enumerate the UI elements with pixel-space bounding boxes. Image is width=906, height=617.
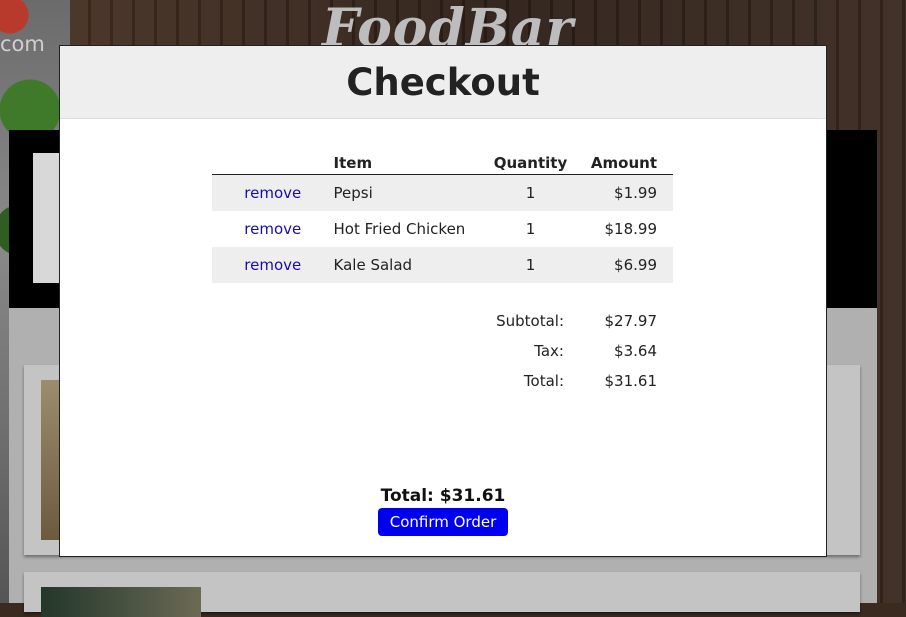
- cart-row: remove Hot Fried Chicken 1 $18.99: [212, 211, 673, 247]
- modal-header: Checkout: [60, 46, 826, 119]
- remove-link[interactable]: remove: [212, 174, 334, 211]
- background-url-text: com: [0, 32, 45, 56]
- modal-footer: Total: $31.61 Confirm Order: [60, 486, 826, 536]
- confirm-order-button[interactable]: Confirm Order: [377, 508, 509, 536]
- tax-row: Tax: $3.64: [480, 336, 657, 366]
- item-quantity: 1: [483, 247, 578, 283]
- column-header-item: Item: [333, 150, 484, 175]
- cart-row: remove Pepsi 1 $1.99: [212, 174, 673, 211]
- item-name: Pepsi: [333, 174, 484, 211]
- column-header-action: [212, 150, 334, 175]
- item-amount: $1.99: [577, 174, 673, 211]
- item-amount: $6.99: [577, 247, 673, 283]
- background-menu-card: [24, 572, 860, 617]
- cart-row: remove Kale Salad 1 $6.99: [212, 247, 673, 283]
- footer-total: Total: $31.61: [380, 486, 506, 506]
- tax-label: Tax:: [534, 342, 564, 360]
- item-name: Kale Salad: [333, 247, 484, 283]
- tax-value: $3.64: [614, 342, 657, 360]
- background-menu-card-image: [41, 587, 201, 617]
- item-quantity: 1: [483, 174, 578, 211]
- item-quantity: 1: [525, 220, 536, 238]
- cart-header-row: Item Quantity Amount: [212, 150, 673, 175]
- remove-link[interactable]: remove: [212, 211, 334, 247]
- total-value: $31.61: [604, 372, 658, 390]
- checkout-modal: Checkout Item Quantity Amount remove Pep…: [59, 45, 827, 557]
- total-label: Total:: [523, 372, 564, 390]
- order-summary: Subtotal: $27.97 Tax: $3.64 Total: $31.6…: [480, 306, 657, 396]
- subtotal-row: Subtotal: $27.97: [480, 306, 657, 336]
- background-menu-card-image: [41, 380, 61, 540]
- subtotal-label: Subtotal:: [496, 312, 564, 330]
- column-header-amount: Amount: [577, 150, 673, 175]
- modal-title: Checkout: [346, 60, 540, 104]
- item-name: Hot Fried Chicken: [333, 220, 466, 238]
- column-header-quantity: Quantity: [483, 150, 578, 175]
- cart-table: Item Quantity Amount remove Pepsi 1 $1.9…: [212, 150, 673, 283]
- total-row: Total: $31.61: [480, 366, 657, 396]
- subtotal-value: $27.97: [604, 312, 658, 330]
- item-amount: $18.99: [604, 220, 658, 238]
- remove-link[interactable]: remove: [212, 247, 334, 283]
